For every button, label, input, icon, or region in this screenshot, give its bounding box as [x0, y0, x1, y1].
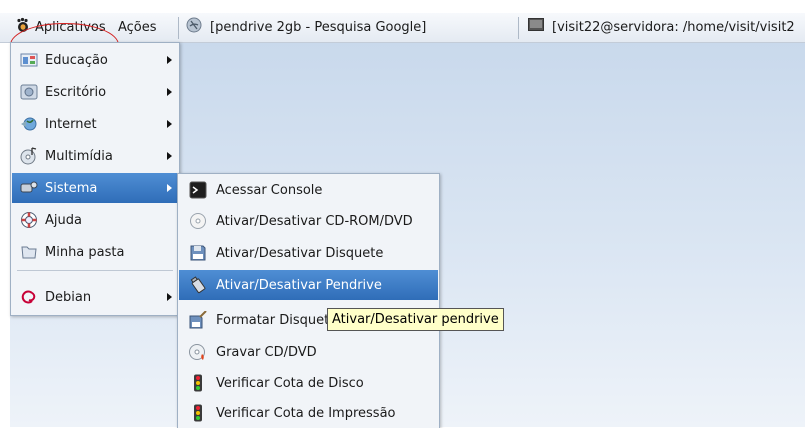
submenu-arrow-icon [167, 120, 172, 128]
menu-item-label: Debian [45, 289, 92, 305]
menu-item-educacao[interactable]: Educação [12, 45, 178, 75]
submenu-arrow-icon [167, 88, 172, 96]
submenu-item-acessar-console[interactable]: Acessar Console [179, 175, 438, 205]
submenu-item-label: Ativar/Desativar CD-ROM/DVD [216, 213, 413, 229]
taskbar-label: [visit22@servidora: /home/visit/visit2 [552, 20, 795, 35]
terminal-icon [528, 18, 544, 38]
floppy-icon [188, 243, 208, 263]
taskbar-button-terminal[interactable]: [visit22@servidora: /home/visit/visit2 [528, 18, 795, 38]
submenu-arrow-icon [167, 56, 172, 64]
menu-item-sistema[interactable]: Sistema [12, 173, 178, 203]
applications-menu: Educação Escritório Internet Multimídia … [10, 42, 180, 316]
taskbar-label: [pendrive 2gb - Pesquisa Google] [210, 20, 427, 35]
menu-item-multimidia[interactable]: Multimídia [12, 141, 178, 171]
internet-icon [19, 114, 39, 134]
education-icon [19, 50, 39, 70]
office-icon [19, 82, 39, 102]
multimedia-icon [19, 146, 39, 166]
menu-item-internet[interactable]: Internet [12, 109, 178, 139]
help-icon [19, 210, 39, 230]
submenu-item-label: Verificar Cota de Impressão [216, 405, 396, 421]
submenu-item-cdrom[interactable]: Ativar/Desativar CD-ROM/DVD [179, 206, 438, 236]
submenu-item-label: Formatar Disquete [216, 312, 338, 328]
submenu-arrow-icon [167, 293, 172, 301]
tooltip: Ativar/Desativar pendrive [327, 308, 504, 331]
submenu-item-label: Ativar/Desativar Pendrive [216, 277, 382, 293]
menu-item-label: Internet [45, 116, 97, 132]
console-icon [188, 180, 208, 200]
menu-item-label: Escritório [45, 84, 107, 100]
actions-menu-button[interactable]: Ações [118, 19, 157, 37]
menu-item-label: Minha pasta [45, 244, 125, 260]
panel-separator [518, 17, 519, 39]
menu-item-minha-pasta[interactable]: Minha pasta [12, 237, 178, 267]
system-icon [19, 178, 39, 198]
taskbar-button-browser[interactable]: [pendrive 2gb - Pesquisa Google] [186, 17, 427, 39]
menu-item-label: Multimídia [45, 148, 113, 164]
menu-separator [17, 270, 173, 271]
submenu-item-cota-impressao[interactable]: Verificar Cota de Impressão [179, 398, 438, 428]
cdrom-icon [188, 211, 208, 231]
submenu-item-label: Ativar/Desativar Disquete [216, 245, 384, 261]
submenu-item-pendrive[interactable]: Ativar/Desativar Pendrive [179, 270, 438, 300]
submenu-item-disquete[interactable]: Ativar/Desativar Disquete [179, 238, 438, 268]
submenu-item-cota-disco[interactable]: Verificar Cota de Disco [179, 368, 438, 398]
usb-drive-icon [188, 275, 208, 295]
submenu-arrow-icon [167, 184, 172, 192]
submenu-arrow-icon [167, 152, 172, 160]
debian-icon [19, 287, 39, 307]
browser-icon [186, 17, 202, 39]
submenu-item-gravar[interactable]: Gravar CD/DVD [179, 337, 438, 367]
format-floppy-icon [188, 310, 208, 330]
traffic-light-icon [188, 373, 208, 393]
panel-separator [178, 17, 179, 39]
sistema-submenu: Acessar Console Ativar/Desativar CD-ROM/… [177, 173, 440, 428]
traffic-light-icon [188, 403, 208, 423]
menu-item-label: Ajuda [45, 212, 82, 228]
submenu-item-label: Verificar Cota de Disco [216, 375, 364, 391]
menu-item-label: Educação [45, 52, 108, 68]
burn-disc-icon [188, 342, 208, 362]
menu-item-escritorio[interactable]: Escritório [12, 77, 178, 107]
menu-item-ajuda[interactable]: Ajuda [12, 205, 178, 235]
menu-item-debian[interactable]: Debian [12, 282, 178, 312]
menu-item-label: Sistema [45, 180, 98, 196]
top-panel: Aplicativos Ações [pendrive 2gb - Pesqui… [0, 13, 805, 67]
submenu-item-label: Acessar Console [216, 182, 323, 198]
submenu-item-label: Gravar CD/DVD [216, 344, 317, 360]
folder-icon [19, 242, 39, 262]
